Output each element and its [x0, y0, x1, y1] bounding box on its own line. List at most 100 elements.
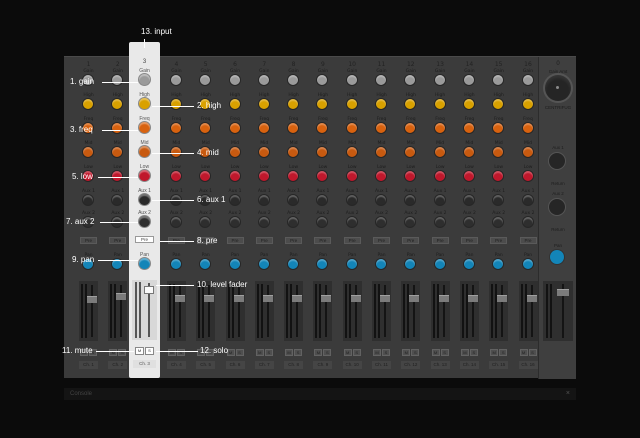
gain-knob[interactable]	[258, 75, 269, 85]
pan-knob[interactable]	[346, 259, 357, 269]
aux1-knob[interactable]	[229, 195, 240, 205]
low-knob[interactable]	[405, 171, 416, 181]
solo-button[interactable]: S	[499, 349, 508, 356]
gain-knob[interactable]	[229, 75, 240, 85]
high-knob[interactable]	[112, 99, 123, 109]
aux2-knob[interactable]	[170, 217, 181, 227]
gain-knob[interactable]	[434, 75, 445, 85]
aux2-knob[interactable]	[376, 217, 386, 227]
pre-button[interactable]: Pre	[80, 237, 97, 244]
aux1-knob[interactable]	[463, 195, 474, 205]
mute-button[interactable]: M	[255, 349, 264, 356]
freq-knob[interactable]	[229, 123, 240, 133]
aux1-knob[interactable]	[405, 195, 416, 205]
aux2-knob[interactable]	[258, 217, 269, 227]
level-fader[interactable]	[350, 295, 361, 303]
freq-knob[interactable]	[288, 123, 299, 133]
aux2-knob[interactable]	[463, 217, 474, 227]
aux1-knob[interactable]	[346, 195, 357, 205]
solo-button[interactable]: S	[235, 349, 244, 356]
mid-knob[interactable]	[170, 147, 181, 157]
freq-knob[interactable]	[346, 123, 357, 133]
level-fader[interactable]	[467, 295, 478, 303]
pan-knob[interactable]	[376, 259, 386, 269]
gain-knob[interactable]	[112, 75, 123, 85]
mid-knob[interactable]	[463, 147, 474, 157]
gain-knob[interactable]	[522, 75, 533, 85]
pan-knob[interactable]	[258, 259, 269, 269]
high-knob[interactable]	[139, 98, 150, 109]
level-fader[interactable]	[116, 292, 127, 300]
low-knob[interactable]	[463, 171, 474, 181]
pan-knob[interactable]	[493, 259, 504, 269]
level-fader[interactable]	[409, 295, 420, 303]
aux2-knob[interactable]	[493, 217, 504, 227]
low-knob[interactable]	[200, 171, 211, 181]
low-knob[interactable]	[288, 171, 299, 181]
high-knob[interactable]	[346, 99, 357, 109]
pan-knob[interactable]	[522, 259, 533, 269]
freq-knob[interactable]	[170, 123, 181, 133]
high-knob[interactable]	[405, 99, 416, 109]
mid-knob[interactable]	[139, 146, 150, 157]
pre-button[interactable]: Pre	[460, 237, 478, 244]
pre-button[interactable]: Pre	[255, 237, 273, 244]
aux1-knob[interactable]	[434, 195, 445, 205]
low-knob[interactable]	[170, 171, 181, 181]
aux1-knob[interactable]	[317, 195, 328, 205]
master-aux2-knob[interactable]	[549, 199, 565, 215]
high-knob[interactable]	[258, 99, 269, 109]
mid-knob[interactable]	[288, 147, 299, 157]
level-fader[interactable]	[438, 295, 449, 303]
aux1-knob[interactable]	[139, 194, 150, 205]
pre-button[interactable]: Pre	[343, 237, 361, 244]
gain-knob[interactable]	[317, 75, 328, 85]
master-pan-knob[interactable]	[550, 250, 564, 264]
level-fader[interactable]	[174, 295, 185, 303]
low-knob[interactable]	[139, 170, 150, 181]
solo-button[interactable]: S	[264, 349, 273, 356]
close-icon[interactable]: ×	[566, 388, 570, 400]
pre-button[interactable]: Pre	[490, 237, 508, 244]
low-knob[interactable]	[522, 171, 533, 181]
gain-knob[interactable]	[463, 75, 474, 85]
mute-button[interactable]: M	[343, 349, 352, 356]
pan-knob[interactable]	[288, 259, 299, 269]
solo-button[interactable]: S	[145, 347, 154, 355]
level-fader[interactable]	[262, 295, 273, 303]
low-knob[interactable]	[346, 171, 357, 181]
freq-knob[interactable]	[139, 122, 150, 133]
freq-knob[interactable]	[522, 123, 533, 133]
mid-knob[interactable]	[258, 147, 269, 157]
mid-knob[interactable]	[434, 147, 445, 157]
aux1-knob[interactable]	[288, 195, 299, 205]
aux2-knob[interactable]	[346, 217, 357, 227]
aux2-knob[interactable]	[229, 217, 240, 227]
level-fader[interactable]	[292, 295, 303, 303]
pre-button[interactable]: Pre	[314, 237, 332, 244]
pre-button[interactable]: Pre	[431, 237, 449, 244]
master-aux1-knob[interactable]	[549, 153, 565, 169]
solo-button[interactable]: S	[382, 349, 390, 356]
pre-button[interactable]: Pre	[285, 237, 303, 244]
gain-knob[interactable]	[170, 75, 181, 85]
aux1-knob[interactable]	[493, 195, 504, 205]
mute-button[interactable]: M	[373, 349, 381, 356]
low-knob[interactable]	[317, 171, 328, 181]
mid-knob[interactable]	[346, 147, 357, 157]
high-knob[interactable]	[376, 99, 386, 109]
freq-knob[interactable]	[376, 123, 386, 133]
level-fader[interactable]	[233, 295, 244, 303]
mid-knob[interactable]	[112, 147, 123, 157]
pan-knob[interactable]	[229, 259, 240, 269]
level-fader[interactable]	[526, 295, 537, 303]
aux2-knob[interactable]	[434, 217, 445, 227]
low-knob[interactable]	[493, 171, 504, 181]
aux2-knob[interactable]	[200, 217, 211, 227]
aux2-knob[interactable]	[405, 217, 416, 227]
aux1-knob[interactable]	[112, 195, 123, 205]
low-knob[interactable]	[258, 171, 269, 181]
pre-button[interactable]: Pre	[373, 237, 390, 244]
solo-button[interactable]: S	[352, 349, 361, 356]
high-knob[interactable]	[493, 99, 504, 109]
